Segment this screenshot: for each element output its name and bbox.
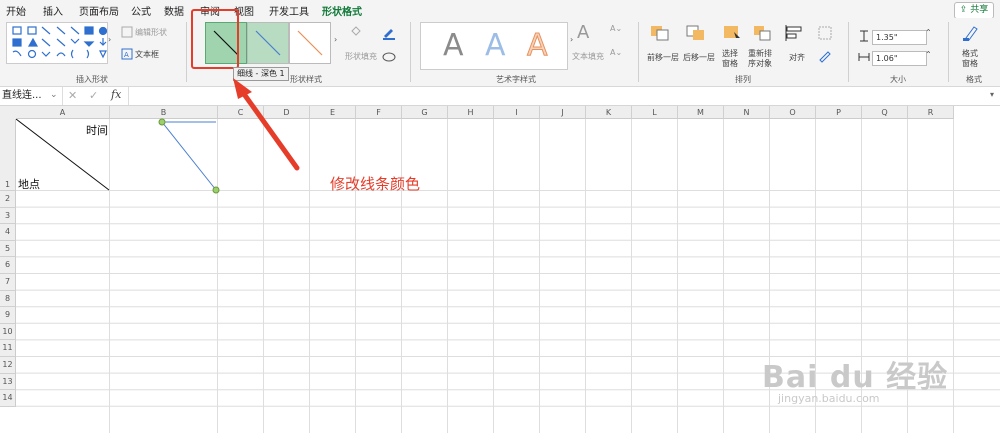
annotation-text: 修改线条颜色	[330, 175, 421, 193]
baidu-watermark-url: jingyan.baidu.com	[778, 392, 880, 405]
baidu-watermark: Bai du 经验	[762, 360, 949, 395]
